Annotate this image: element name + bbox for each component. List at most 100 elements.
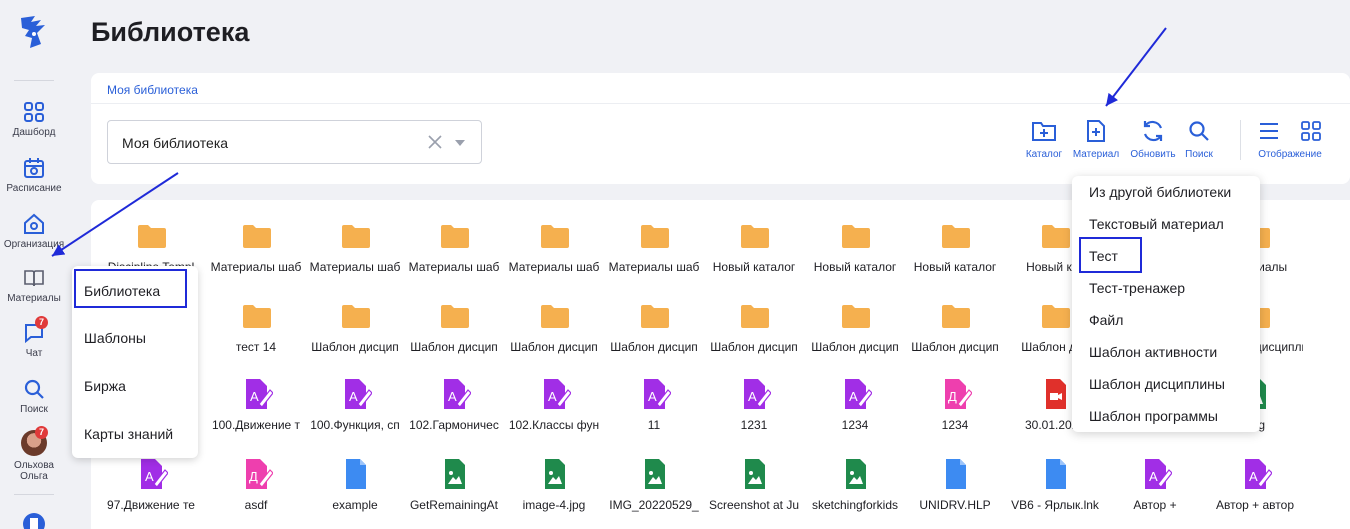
- grid-item-name: Шаблон дисцип: [610, 340, 698, 354]
- menu-item-program-template[interactable]: Шаблон программы: [1089, 408, 1218, 424]
- grid-item[interactable]: A Автор + автор: [1207, 458, 1303, 529]
- test-file-icon: A: [739, 378, 772, 410]
- grid-item-name: Материалы шаб: [309, 260, 401, 274]
- grid-view-icon[interactable]: [1301, 119, 1321, 143]
- grid-item[interactable]: A 100.Функция, сп: [307, 378, 403, 454]
- grid-item[interactable]: Материалы шаб: [506, 220, 602, 296]
- search-icon: [24, 379, 44, 399]
- refresh-icon: [1143, 120, 1163, 142]
- svg-text:A: A: [548, 389, 557, 404]
- menu-item-text-material[interactable]: Текстовый материал: [1089, 216, 1224, 232]
- grid-item[interactable]: Шаблон дисцип: [706, 300, 802, 376]
- grid-item[interactable]: image-4.jpg: [506, 458, 602, 529]
- menu-item-file[interactable]: Файл: [1089, 312, 1123, 328]
- grid-item-name: 100.Функция, сп: [310, 418, 400, 432]
- grid-item[interactable]: Д 1234: [907, 378, 1003, 454]
- grid-item[interactable]: VB6 - Ярлык.lnk: [1007, 458, 1103, 529]
- grid-item[interactable]: A 11: [606, 378, 702, 454]
- grid-item[interactable]: A Автор +: [1107, 458, 1203, 529]
- grid-item-name: example: [332, 498, 378, 512]
- grid-item[interactable]: Дasdf: [208, 458, 304, 529]
- grid-item-name: 1234: [841, 418, 869, 432]
- library-select[interactable]: Моя библиотека: [107, 120, 482, 164]
- test-file-icon: A: [136, 458, 169, 490]
- grid-item[interactable]: Материалы шаб: [406, 220, 502, 296]
- page-title: Библиотека: [91, 17, 250, 47]
- document-icon[interactable]: [23, 513, 45, 529]
- grid-item[interactable]: IMG_20220529_: [606, 458, 702, 529]
- grid-item[interactable]: A 102.Гармоничес: [406, 378, 502, 454]
- nav-profile[interactable]: 7 Ольхова Ольга: [0, 426, 68, 482]
- grid-item[interactable]: Шаблон дисцип: [606, 300, 702, 376]
- grid-item[interactable]: example: [307, 458, 403, 529]
- list-view-icon[interactable]: [1259, 119, 1279, 143]
- nav-search[interactable]: Поиск: [0, 377, 68, 415]
- view-mode-button[interactable]: Отображение: [1255, 119, 1325, 160]
- menu-item-discipline-template[interactable]: Шаблон дисциплины: [1089, 376, 1225, 392]
- submenu-item-knowledge-maps[interactable]: Карты знаний: [84, 426, 173, 442]
- grid-item-name: image-4.jpg: [522, 498, 586, 512]
- grid-item[interactable]: Новый каталог: [706, 220, 802, 296]
- menu-item-test-trainer[interactable]: Тест-тренажер: [1089, 280, 1185, 296]
- search-icon: [1189, 121, 1209, 141]
- grid-item[interactable]: A 1231: [706, 378, 802, 454]
- grid-item[interactable]: Шаблон дисцип: [506, 300, 602, 376]
- grid-item[interactable]: Шаблон дисцип: [907, 300, 1003, 376]
- library-select-value: Моя библиотека: [122, 135, 229, 151]
- grid-item[interactable]: Шаблон дисцип: [406, 300, 502, 376]
- svg-text:A: A: [448, 389, 457, 404]
- grid-item-name: 1234: [941, 418, 969, 432]
- grid-item-name: 97.Движение те: [107, 498, 195, 512]
- clear-icon[interactable]: [426, 133, 444, 151]
- grid-item[interactable]: A 97.Движение те: [103, 458, 199, 529]
- material-button[interactable]: Материал: [1070, 119, 1122, 160]
- grid-item[interactable]: Новый каталог: [807, 220, 903, 296]
- file-add-icon: [1087, 120, 1105, 142]
- catalog-button[interactable]: Каталог: [1023, 119, 1065, 160]
- grid-item[interactable]: тест 14: [208, 300, 304, 376]
- nav-dashboard-label: Дашборд: [12, 127, 56, 138]
- grid-item[interactable]: GetRemainingAt: [406, 458, 502, 529]
- grid-item-name: Новый каталог: [913, 260, 997, 274]
- submenu-item-exchange[interactable]: Биржа: [84, 378, 126, 394]
- folder-icon: [539, 220, 571, 252]
- grid-item[interactable]: Материалы шаб: [208, 220, 304, 296]
- menu-item-activity-template[interactable]: Шаблон активности: [1089, 344, 1217, 360]
- folder-icon: [340, 220, 372, 252]
- grid-item-name: Материалы шаб: [508, 260, 600, 274]
- grid-item[interactable]: Шаблон дисцип: [307, 300, 403, 376]
- nav-search-label: Поиск: [20, 404, 48, 415]
- grid-item[interactable]: A 102.Классы фун: [506, 378, 602, 454]
- nav-dashboard[interactable]: Дашборд: [0, 100, 68, 138]
- grid-item[interactable]: Screenshot at Ju: [706, 458, 802, 529]
- menu-item-from-other-library[interactable]: Из другой библиотеки: [1089, 184, 1231, 200]
- calendar-icon: [24, 158, 44, 178]
- folder-icon: [1040, 220, 1072, 252]
- grid-item[interactable]: A 100.Движение т: [208, 378, 304, 454]
- chevron-down-icon[interactable]: [454, 139, 466, 147]
- breadcrumb[interactable]: Моя библиотека: [107, 83, 198, 97]
- grid-item[interactable]: Материалы шаб: [606, 220, 702, 296]
- grid-item[interactable]: Новый каталог: [907, 220, 1003, 296]
- app-logo[interactable]: [17, 14, 51, 50]
- grid-item-name: Шаблон дисцип: [510, 340, 598, 354]
- grid-item[interactable]: Материалы шаб: [307, 220, 403, 296]
- grid-item-name: тест 14: [235, 340, 277, 354]
- svg-text:A: A: [849, 389, 858, 404]
- refresh-button[interactable]: Обновить: [1127, 119, 1179, 160]
- grid-item[interactable]: Шаблон дисцип: [807, 300, 903, 376]
- video-file-icon: [1040, 378, 1072, 410]
- test-file-icon: A: [539, 378, 572, 410]
- submenu-item-templates[interactable]: Шаблоны: [84, 330, 146, 346]
- nav-materials[interactable]: Материалы: [0, 266, 68, 304]
- search-button[interactable]: Поиск: [1182, 119, 1216, 160]
- grid-item-name: VB6 - Ярлык.lnk: [1011, 498, 1099, 512]
- profile-name-line2: Ольга: [20, 471, 48, 482]
- nav-chat[interactable]: 7 Чат: [0, 316, 68, 359]
- grid-item[interactable]: sketchingforkids: [807, 458, 903, 529]
- grid-item[interactable]: UNIDRV.HLP: [907, 458, 1003, 529]
- grid-item-name: 102.Классы фун: [508, 418, 600, 432]
- nav-organization[interactable]: Организация: [0, 212, 68, 250]
- grid-item[interactable]: A 1234: [807, 378, 903, 454]
- nav-schedule[interactable]: Расписание: [0, 156, 68, 194]
